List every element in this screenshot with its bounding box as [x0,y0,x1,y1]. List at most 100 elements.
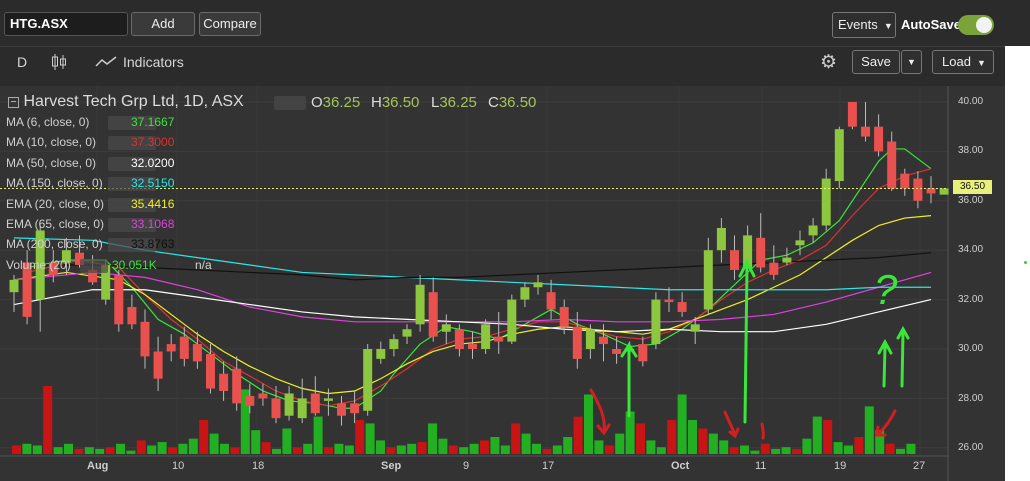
price-tick: 26.00 [958,442,984,453]
volume-bar [136,440,146,454]
up-arrow-annotation [620,342,638,418]
candlestick-icon[interactable] [50,53,68,74]
volume-bar [428,423,437,454]
candle-body [245,395,255,406]
indicator-label-ma200[interactable]: MA (200, close, 0) [6,237,103,251]
volume-bar [292,447,302,454]
volume-bar [656,447,666,454]
volume-bar [542,448,552,454]
candle-body [900,173,910,189]
volume-bar [209,433,219,454]
ohlc-open: O36.25 [311,94,360,111]
date-tick: 19 [834,460,847,472]
volume-bar [376,440,385,454]
candle-body [219,373,229,391]
question-annotation: ? [874,266,898,313]
indicator-label-ma10[interactable]: MA (10, close, 0) [6,135,96,149]
volume-bar [844,445,853,454]
interval-button[interactable]: D [17,54,27,70]
volume-bar [906,443,916,454]
legend-title-action-icons[interactable] [274,96,306,110]
volume-bar [344,445,354,454]
volume-bar [521,433,531,454]
candle-body [638,344,648,362]
volume-bar [74,448,84,454]
save-button[interactable]: Save [852,50,900,74]
save-menu-chevron-icon[interactable]: ▼ [901,50,922,74]
autosave-toggle[interactable] [958,15,994,35]
indicator-label-ma50[interactable]: MA (50, close, 0) [6,156,96,170]
volume-bar [386,447,396,454]
volume-bar [480,440,489,454]
candle-body [874,126,884,152]
volume-bar [199,420,209,454]
volume-bar [396,445,406,454]
indicators-button[interactable]: Indicators [123,54,184,70]
indicator-label-ema20[interactable]: EMA (20, close, 0) [6,197,104,211]
volume-bar [532,443,541,454]
indicator-label-ema65[interactable]: EMA (65, close, 0) [6,217,104,231]
compare-button[interactable]: Compare [199,12,261,36]
candle-body [192,344,202,362]
price-tick: 36.00 [958,195,984,206]
price-tick: 34.00 [958,244,984,255]
volume-bar [188,438,198,454]
volume-bar [864,406,874,454]
candle-body [559,307,569,327]
candle-body [546,292,556,310]
candle-body [9,279,19,293]
candle-body [468,344,477,349]
candle-body [166,344,176,352]
ohlc-high-value: 36.50 [381,94,420,111]
load-label: Load [942,54,971,69]
price-tick: 28.00 [958,393,984,404]
candle-body [323,398,333,401]
candle-body [376,349,386,359]
ohlc-open-label: O [311,94,323,111]
candle-body [206,353,215,389]
volume-bar [84,447,94,454]
volume-bar [116,443,125,454]
indicators-icon[interactable] [95,55,117,72]
volume-bar [698,428,708,454]
candle-body [769,262,779,275]
indicator-label-ma150[interactable]: MA (150, close, 0) [6,176,103,190]
volume-bar [688,420,697,454]
indicator-value-ma150: 32.5150 [131,176,175,190]
volume-bar [417,442,427,454]
ticker-input[interactable]: HTG.ASX [4,12,128,36]
volume-bar [313,416,323,454]
volume-bar [636,423,645,454]
candle-body [140,321,150,357]
indicator-label-volume[interactable]: Volume (20) [6,258,71,272]
candle-body [402,329,412,337]
collapse-icon[interactable]: − [8,97,19,108]
candle-body [690,324,700,332]
volume-bar [334,443,344,454]
volume-bar [147,445,157,454]
volume-bar [615,433,625,454]
volume-bar [771,448,781,454]
candle-body [716,227,726,251]
volume-bar [563,437,573,454]
events-dropdown[interactable]: Events ▼ [832,12,896,38]
volume-bar [490,437,500,454]
date-tick: 17 [542,460,555,472]
volume-bar [438,438,448,454]
add-button[interactable]: Add [131,12,195,36]
up-arrow-annotation [877,338,893,388]
load-dropdown[interactable]: Load ▼ [932,50,994,74]
indicator-label-ma6[interactable]: MA (6, close, 0) [6,115,89,129]
down-arrow-annotation [723,410,740,439]
volume-bar [573,416,583,454]
chevron-down-icon: ▼ [974,58,986,68]
volume-bar [303,443,313,454]
indicator-action-icons[interactable] [80,259,108,273]
volume-bar [750,450,760,454]
ohlc-low: L36.25 [431,94,477,111]
ohlc-high-label: H [371,94,382,111]
volume-bar [760,443,770,454]
date-tick: Aug [87,460,109,472]
gear-icon[interactable]: ⚙ [820,52,842,74]
volume-bar [12,445,21,454]
